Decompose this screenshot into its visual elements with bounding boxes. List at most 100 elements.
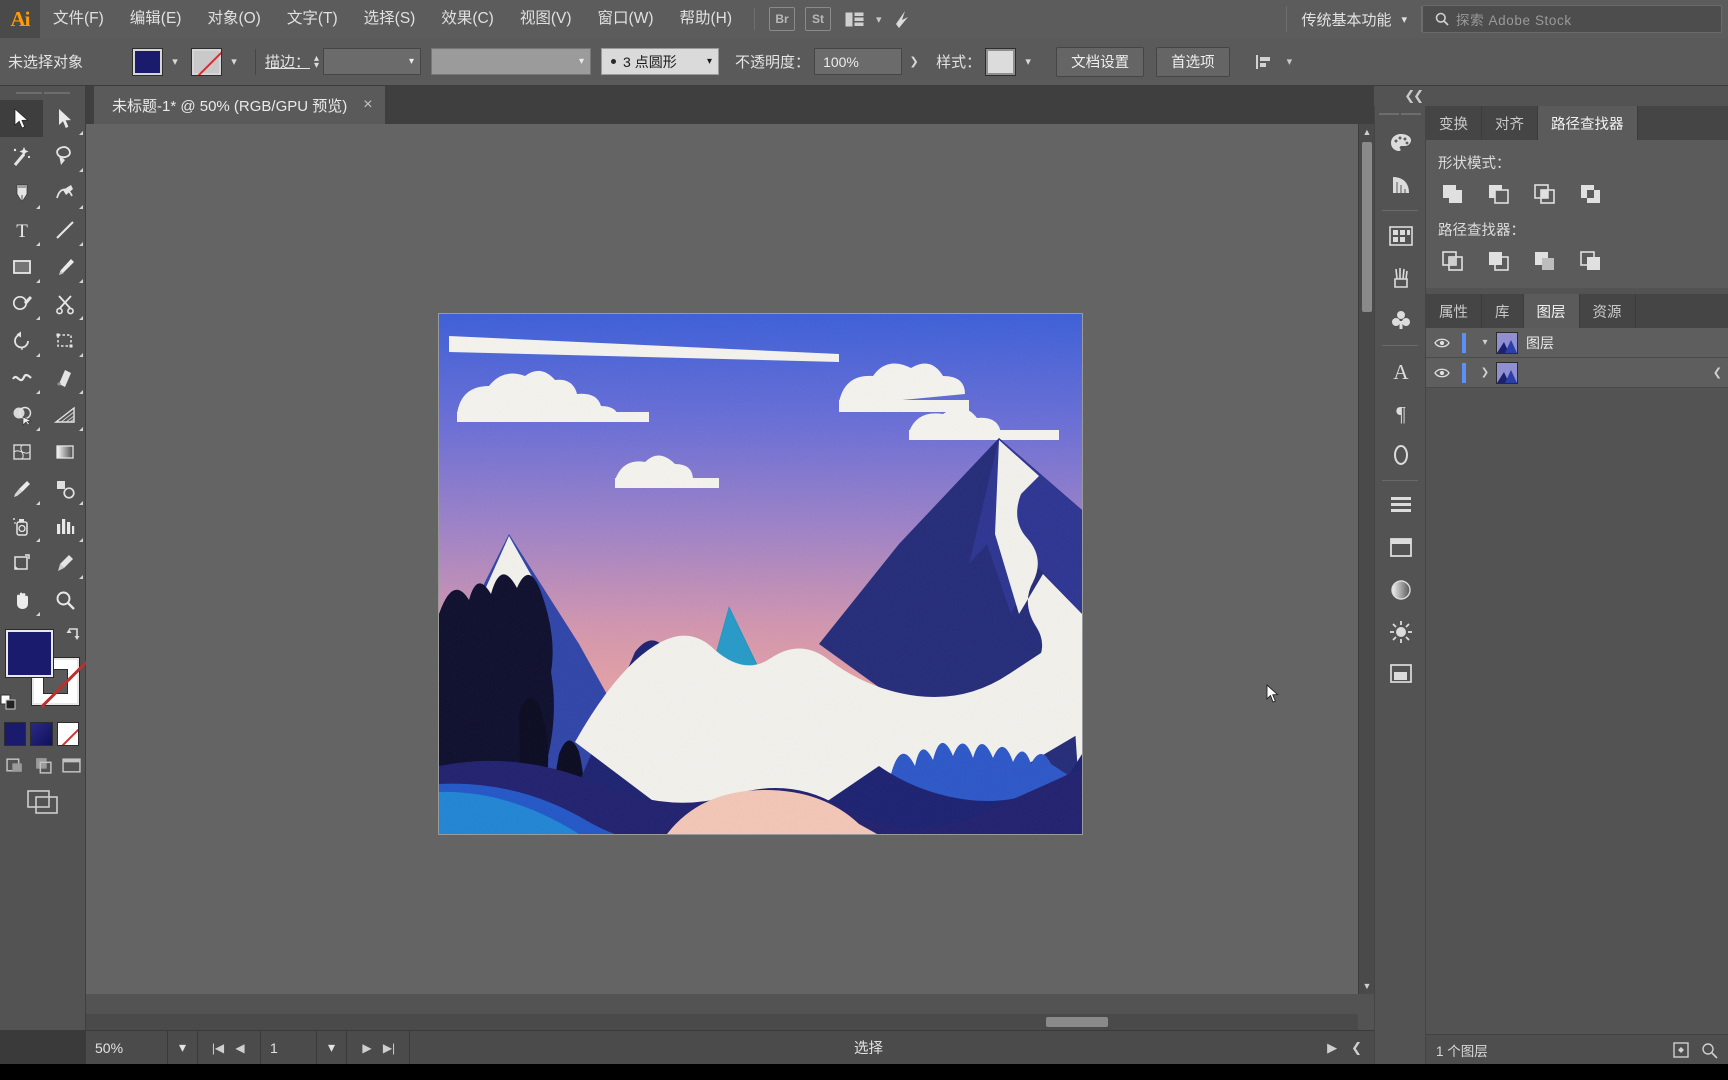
align-panel-icon[interactable]	[1375, 485, 1427, 527]
menu-edit[interactable]: 编辑(E)	[117, 0, 195, 38]
zoom-chevron-down-icon[interactable]: ▾	[168, 1030, 198, 1065]
menu-file[interactable]: 文件(F)	[40, 0, 117, 38]
search-input[interactable]: 探索 Adobe Stock	[1456, 9, 1572, 29]
artboard[interactable]	[439, 314, 1082, 834]
style-swatch[interactable]	[985, 47, 1017, 76]
tab-properties[interactable]: 属性	[1426, 294, 1482, 328]
perspective-grid-tool[interactable]	[43, 396, 86, 433]
artboard-frame-icon[interactable]	[26, 789, 60, 815]
last-artboard-icon[interactable]: ▶|	[378, 1041, 400, 1055]
tab-pathfinder[interactable]: 路径查找器	[1538, 106, 1638, 140]
collapse-panels-icon[interactable]: ❮❮	[1404, 88, 1424, 104]
stroke-weight-field[interactable]: ▾	[323, 48, 422, 75]
rectangle-tool[interactable]	[0, 248, 43, 285]
preferences-button[interactable]: 首选项	[1156, 46, 1230, 77]
chevron-right-icon[interactable]: ❯	[1474, 367, 1496, 378]
lasso-tool[interactable]	[43, 137, 86, 174]
color-guide-icon[interactable]	[1375, 164, 1427, 206]
scale-tool[interactable]	[43, 322, 86, 359]
eye-icon[interactable]	[1426, 367, 1458, 379]
align-control-icon[interactable]	[1252, 50, 1278, 74]
paragraph-icon[interactable]: ¶	[1375, 392, 1427, 434]
curvature-tool[interactable]	[43, 174, 86, 211]
table-row[interactable]: ❯ ❮	[1426, 358, 1728, 388]
menu-select[interactable]: 选择(S)	[351, 0, 429, 38]
dock-grip[interactable]	[1375, 106, 1425, 122]
make-clipping-mask-icon[interactable]	[1700, 1041, 1718, 1059]
merge-button[interactable]	[1530, 248, 1560, 274]
swap-fill-stroke-icon[interactable]	[64, 626, 82, 644]
brushes-icon[interactable]	[1375, 257, 1427, 299]
hscroll-thumb[interactable]	[1046, 1017, 1108, 1027]
line-segment-tool[interactable]	[43, 211, 86, 248]
scroll-up-icon[interactable]: ▲	[1359, 124, 1375, 140]
fill-color-box[interactable]	[5, 629, 54, 678]
divide-button[interactable]	[1438, 248, 1468, 274]
document-tab[interactable]: 未标题-1* @ 50% (RGB/GPU 预览) ×	[94, 86, 385, 124]
pen-tool[interactable]	[0, 174, 43, 211]
color-palette-icon[interactable]	[1375, 122, 1427, 164]
stroke-chevron-down-icon[interactable]: ▾	[222, 48, 246, 76]
symbol-sprayer-tool[interactable]	[0, 507, 43, 544]
next-artboard-icon[interactable]: ▶	[356, 1041, 378, 1055]
change-screen-mode-icon[interactable]	[62, 756, 81, 775]
brush-definition-field[interactable]: 3 点圆形 ▾	[601, 48, 720, 75]
layer-options-icon[interactable]: ❮	[1713, 366, 1728, 379]
draw-normal-icon[interactable]	[6, 756, 25, 775]
chevron-down-icon[interactable]: ▾	[1474, 337, 1496, 348]
stock-icon[interactable]: St	[805, 7, 832, 31]
menu-object[interactable]: 对象(O)	[194, 0, 273, 38]
minus-front-button[interactable]	[1484, 181, 1514, 207]
selection-tool[interactable]	[0, 100, 43, 137]
gradient-tool[interactable]	[43, 433, 86, 470]
width-tool[interactable]	[0, 359, 43, 396]
tab-transform[interactable]: 变换	[1426, 106, 1482, 140]
rotate-tool[interactable]	[0, 322, 43, 359]
blend-tool[interactable]	[43, 470, 86, 507]
magic-wand-tool[interactable]	[0, 137, 43, 174]
toolbar-grip[interactable]	[0, 86, 85, 100]
scroll-down-icon[interactable]: ▼	[1359, 978, 1375, 994]
table-row[interactable]: ▾ 图层	[1426, 328, 1728, 358]
canvas-horizontal-scrollbar[interactable]	[86, 1014, 1358, 1030]
stroke-swatch[interactable]	[191, 47, 222, 76]
canvas-area[interactable]	[86, 124, 1374, 994]
slice-tool[interactable]	[43, 544, 86, 581]
bridge-icon[interactable]: Br	[769, 7, 796, 31]
artboard-navigation-next[interactable]: ▶ ▶|	[347, 1030, 410, 1065]
close-icon[interactable]: ×	[363, 96, 372, 114]
trim-button[interactable]	[1484, 248, 1514, 274]
locate-object-icon[interactable]	[1672, 1041, 1690, 1059]
zoom-tool[interactable]	[43, 581, 86, 618]
none-fill-button[interactable]	[56, 722, 79, 746]
tab-assets[interactable]: 资源	[1580, 294, 1636, 328]
status-expand-icon[interactable]: ▶	[1327, 1040, 1337, 1056]
eyedropper-tool[interactable]	[0, 470, 43, 507]
menu-window[interactable]: 窗口(W)	[585, 0, 667, 38]
menu-view[interactable]: 视图(V)	[507, 0, 585, 38]
artboard-chevron-down-icon[interactable]: ▾	[317, 1030, 347, 1065]
eye-icon[interactable]	[1426, 337, 1458, 349]
fill-swatch-group[interactable]: ▾	[132, 47, 187, 76]
arrange-chevron-down-icon[interactable]: ▾	[876, 13, 882, 26]
mesh-tool[interactable]	[0, 433, 43, 470]
layer-name[interactable]: 图层	[1526, 333, 1728, 353]
fill-chevron-down-icon[interactable]: ▾	[163, 48, 187, 76]
menu-effect[interactable]: 效果(C)	[428, 0, 507, 38]
stroke-swatch-group[interactable]: ▾	[191, 47, 246, 76]
style-chevron-down-icon[interactable]: ▾	[1016, 48, 1040, 76]
unite-button[interactable]	[1438, 181, 1468, 207]
column-graph-tool[interactable]	[43, 507, 86, 544]
crop-button[interactable]	[1576, 248, 1606, 274]
type-tool[interactable]: T	[0, 211, 43, 248]
zoom-level-field[interactable]: 50%	[86, 1030, 168, 1065]
transparency-icon[interactable]	[1375, 653, 1427, 695]
hand-tool[interactable]	[0, 581, 43, 618]
opacity-expand-icon[interactable]: ❯	[902, 48, 926, 76]
tab-align[interactable]: 对齐	[1482, 106, 1538, 140]
stock-search-box[interactable]: 探索 Adobe Stock	[1422, 5, 1722, 33]
color-fill-button[interactable]	[4, 722, 27, 746]
artboard-tool[interactable]	[0, 544, 43, 581]
workspace-switcher[interactable]: 传统基本功能 ▾	[1287, 9, 1421, 30]
swatches-icon[interactable]	[1375, 215, 1427, 257]
